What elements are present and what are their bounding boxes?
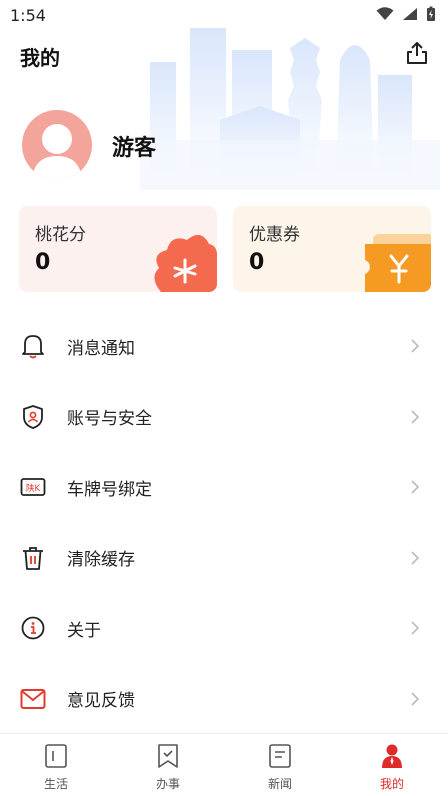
shield-user-icon — [20, 404, 46, 430]
chevron-right-icon — [411, 551, 420, 565]
menu-item-about[interactable]: 关于 — [0, 593, 448, 664]
avatar[interactable] — [22, 110, 92, 180]
share-button[interactable] — [404, 40, 430, 66]
menu-item-account-security[interactable]: 账号与安全 — [0, 382, 448, 453]
life-icon — [45, 744, 67, 768]
bottom-tab-bar: 生活 办事 新闻 我的 — [0, 733, 448, 796]
tab-mine[interactable]: 我的 — [336, 734, 448, 796]
bell-icon — [20, 333, 46, 359]
tab-life[interactable]: 生活 — [0, 734, 112, 796]
menu-item-label: 车牌号绑定 — [67, 479, 152, 500]
share-icon — [407, 42, 427, 64]
menu-item-clear-cache[interactable]: 清除缓存 — [0, 523, 448, 594]
news-doc-icon — [269, 744, 291, 768]
wifi-icon — [376, 7, 394, 20]
chevron-right-icon — [411, 621, 420, 635]
chevron-right-icon — [411, 480, 420, 494]
license-plate-icon: 陕K — [20, 474, 46, 500]
settings-menu: 消息通知 账号与安全 陕K 车牌号绑定 清除缓存 关于 意见反馈 — [0, 311, 448, 734]
menu-item-label: 账号与安全 — [67, 409, 152, 430]
bookmark-check-icon — [158, 744, 178, 768]
chevron-right-icon — [411, 339, 420, 353]
peach-score-card[interactable]: 桃花分 0 — [19, 206, 217, 292]
tab-news[interactable]: 新闻 — [224, 734, 336, 796]
menu-item-notifications[interactable]: 消息通知 — [0, 311, 448, 382]
menu-item-label: 消息通知 — [67, 338, 135, 359]
chevron-right-icon — [411, 410, 420, 424]
tab-label: 新闻 — [267, 777, 292, 791]
tab-label: 生活 — [43, 777, 68, 791]
menu-item-plate-binding[interactable]: 陕K 车牌号绑定 — [0, 452, 448, 523]
yuan-coupon-icon — [359, 234, 431, 292]
default-avatar-icon — [32, 124, 82, 180]
status-time: 1:54 — [10, 6, 46, 25]
coupon-card[interactable]: 优惠券 0 — [233, 206, 431, 292]
mail-icon — [20, 686, 46, 712]
trash-icon — [20, 545, 46, 571]
card-value: 0 — [249, 250, 265, 275]
peach-blossom-icon — [154, 234, 217, 292]
username[interactable]: 游客 — [112, 130, 156, 162]
plate-text: 陕K — [26, 483, 41, 494]
tab-affairs[interactable]: 办事 — [112, 734, 224, 796]
menu-item-label: 意见反馈 — [67, 691, 135, 712]
city-skyline-illustration — [140, 20, 440, 190]
card-label: 优惠券 — [249, 225, 300, 245]
menu-item-label: 关于 — [67, 620, 101, 641]
card-value: 0 — [35, 250, 51, 275]
tab-label: 办事 — [155, 777, 180, 791]
person-icon — [382, 744, 402, 768]
page-title: 我的 — [20, 46, 60, 70]
menu-item-feedback[interactable]: 意见反馈 — [0, 664, 448, 735]
info-icon — [20, 615, 46, 641]
chevron-right-icon — [411, 692, 420, 706]
card-label: 桃花分 — [35, 225, 86, 245]
signal-icon — [403, 8, 417, 20]
menu-item-label: 清除缓存 — [67, 550, 135, 571]
tab-label: 我的 — [379, 777, 404, 791]
